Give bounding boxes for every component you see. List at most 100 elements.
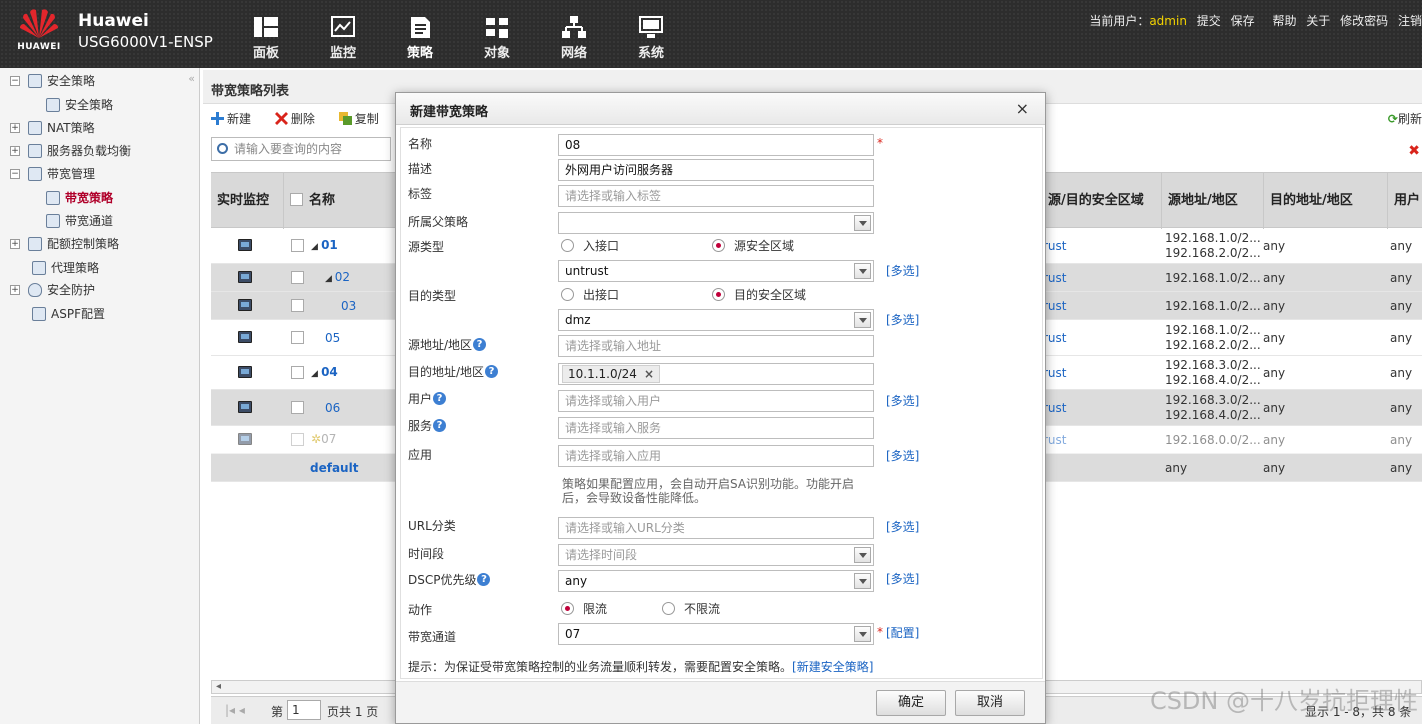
row-name[interactable]: 05 xyxy=(325,331,340,345)
row-name[interactable]: ◢ 04 xyxy=(311,365,338,379)
sidebar-item-nat-policy[interactable]: + NAT策略 xyxy=(10,117,95,139)
col-zone[interactable]: 源/目的安全区域 xyxy=(1041,173,1161,229)
monitor-icon[interactable] xyxy=(238,299,252,311)
first-page-icon[interactable]: |◂ ◂ xyxy=(225,703,245,717)
col-dst-addr[interactable]: 目的地址/地区 xyxy=(1263,173,1387,229)
submit-link[interactable]: 提交 xyxy=(1197,14,1221,28)
ok-button[interactable]: 确定 xyxy=(876,690,946,716)
row-name[interactable]: 06 xyxy=(325,401,340,415)
row-checkbox[interactable] xyxy=(291,271,304,284)
chevron-down-icon[interactable] xyxy=(854,626,871,642)
time-select[interactable]: 请选择时间段 xyxy=(558,544,874,566)
row-name[interactable]: ◢ 01 xyxy=(311,238,338,252)
name-input[interactable]: 08 xyxy=(558,134,874,156)
logout-link[interactable]: 注销 xyxy=(1398,14,1422,28)
help-icon[interactable]: ? xyxy=(477,573,491,586)
help-icon[interactable]: ? xyxy=(473,338,487,351)
chevron-down-icon[interactable] xyxy=(854,547,871,563)
app-multi-select-link[interactable]: [多选] xyxy=(886,447,919,464)
page-number-input[interactable]: 1 xyxy=(287,700,321,720)
change-password-link[interactable]: 修改密码 xyxy=(1340,14,1388,28)
row-zone[interactable]: rust xyxy=(1043,239,1067,253)
nav-system[interactable]: 系统 xyxy=(621,14,681,61)
row-zone[interactable]: rust xyxy=(1043,299,1067,313)
row-zone[interactable]: rust xyxy=(1043,401,1067,415)
action-limit-radio[interactable]: 限流 xyxy=(561,600,607,617)
user-multi-select-link[interactable]: [多选] xyxy=(886,392,919,409)
copy-button[interactable]: 复制 xyxy=(338,112,389,126)
channel-config-link[interactable]: [配置] xyxy=(886,624,919,641)
row-name[interactable]: 03 xyxy=(341,299,356,313)
clear-filter-icon[interactable]: ✖ xyxy=(1408,143,1420,159)
row-zone[interactable]: rust xyxy=(1043,366,1067,380)
src-zone-multi-select-link[interactable]: [多选] xyxy=(886,262,919,279)
nav-policy[interactable]: 策略 xyxy=(390,14,450,61)
tag-input[interactable]: 请选择或输入标签 xyxy=(558,185,874,207)
row-name[interactable]: ✲07 xyxy=(311,432,336,446)
row-checkbox[interactable] xyxy=(291,433,304,446)
monitor-icon[interactable] xyxy=(238,433,252,445)
about-link[interactable]: 关于 xyxy=(1306,14,1330,28)
nav-network[interactable]: 网络 xyxy=(544,14,604,61)
monitor-icon[interactable] xyxy=(238,366,252,378)
col-monitor[interactable]: 实时监控 xyxy=(211,173,283,229)
monitor-icon[interactable] xyxy=(238,239,252,251)
collapse-sidebar-icon[interactable]: « xyxy=(188,72,195,85)
nav-dashboard[interactable]: 面板 xyxy=(236,14,296,61)
col-src-addr[interactable]: 源地址/地区 xyxy=(1161,173,1263,229)
dst-type-zone-radio[interactable]: 目的安全区域 xyxy=(712,286,806,303)
dst-addr-input[interactable]: 10.1.1.0/24 × xyxy=(558,363,874,385)
action-no-limit-radio[interactable]: 不限流 xyxy=(662,600,720,617)
expand-icon[interactable]: + xyxy=(10,284,20,295)
row-zone[interactable]: rust xyxy=(1043,433,1067,447)
nav-monitor[interactable]: 监控 xyxy=(313,14,373,61)
desc-input[interactable]: 外网用户访问服务器 xyxy=(558,159,874,181)
scroll-left-icon[interactable]: ◂ xyxy=(216,681,221,692)
src-type-zone-radio[interactable]: 源安全区域 xyxy=(712,237,794,254)
expand-icon[interactable]: + xyxy=(10,122,20,133)
chevron-down-icon[interactable] xyxy=(854,573,871,589)
sidebar-item-security-policy-child[interactable]: 安全策略 xyxy=(46,94,113,116)
refresh-button[interactable]: ⟳刷新 xyxy=(1388,110,1422,127)
sidebar-item-server-lb[interactable]: + 服务器负载均衡 xyxy=(10,140,131,162)
src-type-interface-radio[interactable]: 入接口 xyxy=(561,237,619,254)
collapse-icon[interactable]: − xyxy=(10,75,20,86)
parent-policy-select[interactable] xyxy=(558,212,874,234)
save-link[interactable]: 保存 xyxy=(1231,14,1255,28)
url-multi-select-link[interactable]: [多选] xyxy=(886,518,919,535)
sidebar-item-aspf[interactable]: ASPF配置 xyxy=(32,303,105,325)
row-checkbox[interactable] xyxy=(291,299,304,312)
sidebar-item-proxy-policy[interactable]: 代理策略 xyxy=(32,257,99,279)
sidebar-item-bandwidth-mgmt[interactable]: − 带宽管理 xyxy=(10,163,95,185)
row-name[interactable]: default xyxy=(310,461,358,475)
expand-icon[interactable]: + xyxy=(10,145,20,156)
row-checkbox[interactable] xyxy=(291,331,304,344)
sidebar-item-bandwidth-policy[interactable]: 带宽策略 xyxy=(46,187,113,209)
expand-icon[interactable]: + xyxy=(10,238,20,249)
app-input[interactable]: 请选择或输入应用 xyxy=(558,445,874,467)
search-input[interactable]: 请输入要查询的内容 xyxy=(211,137,391,161)
new-button[interactable]: 新建 xyxy=(211,112,261,126)
help-icon[interactable]: ? xyxy=(433,419,447,432)
src-addr-input[interactable]: 请选择或输入地址 xyxy=(558,335,874,357)
help-icon[interactable]: ? xyxy=(485,365,499,378)
help-icon[interactable]: ? xyxy=(433,392,447,405)
row-zone[interactable]: rust xyxy=(1043,331,1067,345)
select-all-checkbox[interactable] xyxy=(290,193,303,206)
user-input[interactable]: 请选择或输入用户 xyxy=(558,390,874,412)
channel-select[interactable]: 07 xyxy=(558,623,874,645)
help-link[interactable]: 帮助 xyxy=(1272,14,1296,28)
col-user[interactable]: 用户 xyxy=(1387,173,1422,229)
close-icon[interactable]: × xyxy=(1016,99,1029,118)
monitor-icon[interactable] xyxy=(238,331,252,343)
service-input[interactable]: 请选择或输入服务 xyxy=(558,417,874,439)
url-input[interactable]: 请选择或输入URL分类 xyxy=(558,517,874,539)
chevron-down-icon[interactable] xyxy=(854,215,871,231)
dscp-select[interactable]: any xyxy=(558,570,874,592)
src-zone-select[interactable]: untrust xyxy=(558,260,874,282)
nav-object[interactable]: 对象 xyxy=(467,14,527,61)
row-zone[interactable]: rust xyxy=(1043,271,1067,285)
remove-tag-icon[interactable]: × xyxy=(644,367,654,381)
dst-zone-select[interactable]: dmz xyxy=(558,309,874,331)
dst-zone-multi-select-link[interactable]: [多选] xyxy=(886,311,919,328)
